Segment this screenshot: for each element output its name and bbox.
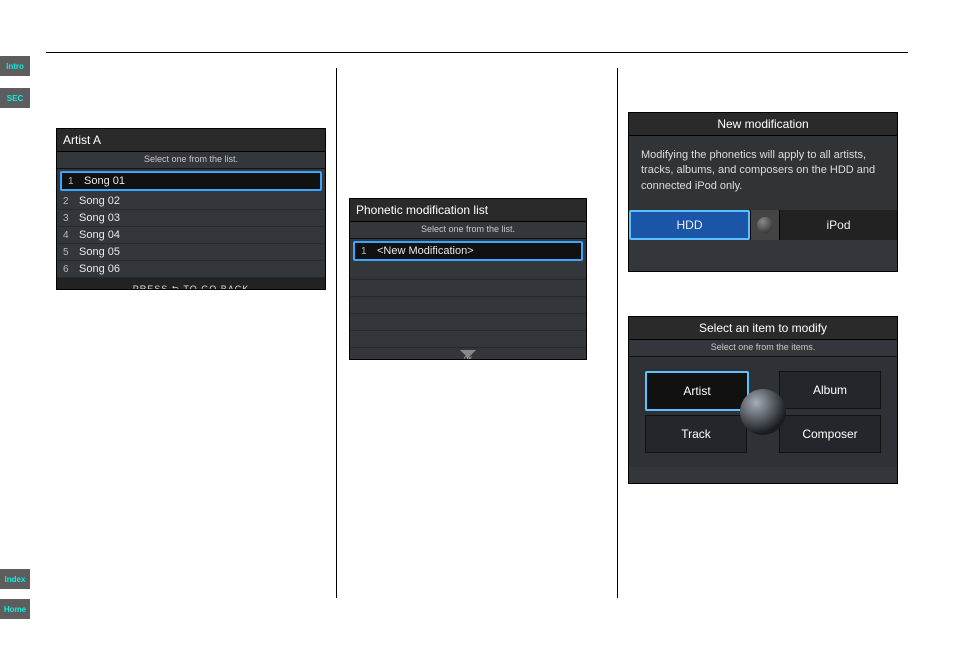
option-composer-label: Composer — [802, 427, 857, 441]
list-item — [350, 263, 586, 280]
column-1: Artist A Select one from the list. 1 Son… — [46, 68, 336, 598]
screenshot-new-modification: New modification Modifying the phonetics… — [628, 112, 898, 272]
list-item-label: Song 02 — [79, 195, 120, 207]
nav-intro-label: Intro — [6, 62, 24, 71]
list-item — [350, 331, 586, 348]
list-item-num: 1 — [68, 176, 78, 187]
list-item-num: 3 — [63, 213, 73, 224]
center-knob[interactable] — [740, 389, 786, 435]
list-item[interactable]: 2 Song 02 — [57, 193, 325, 210]
phonetic-list-subtitle: Select one from the list. — [350, 222, 586, 239]
column-3: New modification Modifying the phonetics… — [618, 68, 908, 598]
new-mod-title: New modification — [629, 113, 897, 136]
artist-list-title: Artist A — [57, 129, 325, 152]
device-hdd-label: HDD — [677, 218, 703, 232]
artist-list-subtitle: Select one from the list. — [57, 152, 325, 169]
option-artist-label: Artist — [683, 384, 710, 398]
list-item-label: <New Modification> — [377, 245, 474, 257]
nav-sec-label: SEC — [7, 94, 23, 103]
list-item-label: Song 06 — [79, 263, 120, 275]
device-selector: HDD iPod — [629, 210, 897, 240]
list-item — [350, 314, 586, 331]
list-item-num: 6 — [63, 264, 73, 275]
option-artist-button[interactable]: Artist — [645, 371, 749, 411]
nav-index-label: Index — [5, 575, 26, 584]
list-item-num: 2 — [63, 196, 73, 207]
screenshot-artist-list: Artist A Select one from the list. 1 Son… — [56, 128, 326, 290]
list-item[interactable]: 6 Song 06 — [57, 261, 325, 278]
list-item-label: Song 01 — [84, 175, 125, 187]
device-hdd-button[interactable]: HDD — [629, 210, 750, 240]
new-mod-body: Modifying the phonetics will apply to al… — [629, 136, 897, 210]
device-ipod-button[interactable]: iPod — [780, 210, 897, 240]
nav-index[interactable]: Index — [0, 569, 30, 589]
list-item-label: Song 03 — [79, 212, 120, 224]
screenshot-phonetic-list: Phonetic modification list Select one fr… — [349, 198, 587, 360]
list-item-label: Song 04 — [79, 229, 120, 241]
knob-icon — [757, 217, 773, 233]
svg-text:OK: OK — [464, 357, 473, 360]
option-track-button[interactable]: Track — [645, 415, 747, 453]
list-item-num: 5 — [63, 247, 73, 258]
center-knob[interactable] — [750, 210, 780, 240]
select-item-subtitle: Select one from the items. — [629, 340, 897, 357]
list-item-num: 1 — [361, 246, 371, 257]
option-track-label: Track — [681, 427, 711, 441]
option-album-button[interactable]: Album — [779, 371, 881, 409]
list-item[interactable]: 1 Song 01 — [60, 171, 322, 191]
ok-indicator: OK — [350, 348, 586, 360]
option-album-label: Album — [813, 383, 847, 397]
device-ipod-label: iPod — [826, 218, 850, 232]
chevron-down-icon: OK — [456, 348, 480, 360]
column-2: Phonetic modification list Select one fr… — [337, 68, 617, 598]
nav-home[interactable]: Home — [0, 599, 30, 619]
go-back-hint: PRESS ⮌ TO GO BACK — [57, 278, 325, 290]
list-item[interactable]: 1 <New Modification> — [353, 241, 583, 261]
select-item-title: Select an item to modify — [629, 317, 897, 340]
screenshot-select-item: Select an item to modify Select one from… — [628, 316, 898, 484]
option-composer-button[interactable]: Composer — [779, 415, 881, 453]
list-item — [350, 280, 586, 297]
nav-sec[interactable]: SEC — [0, 88, 30, 108]
list-item[interactable]: 5 Song 05 — [57, 244, 325, 261]
list-item[interactable]: 3 Song 03 — [57, 210, 325, 227]
nav-home-label: Home — [4, 605, 26, 614]
phonetic-list-title: Phonetic modification list — [350, 199, 586, 222]
nav-intro[interactable]: Intro — [0, 56, 30, 76]
list-item — [350, 297, 586, 314]
top-divider — [46, 52, 908, 53]
list-item-num: 4 — [63, 230, 73, 241]
list-item[interactable]: 4 Song 04 — [57, 227, 325, 244]
list-item-label: Song 05 — [79, 246, 120, 258]
